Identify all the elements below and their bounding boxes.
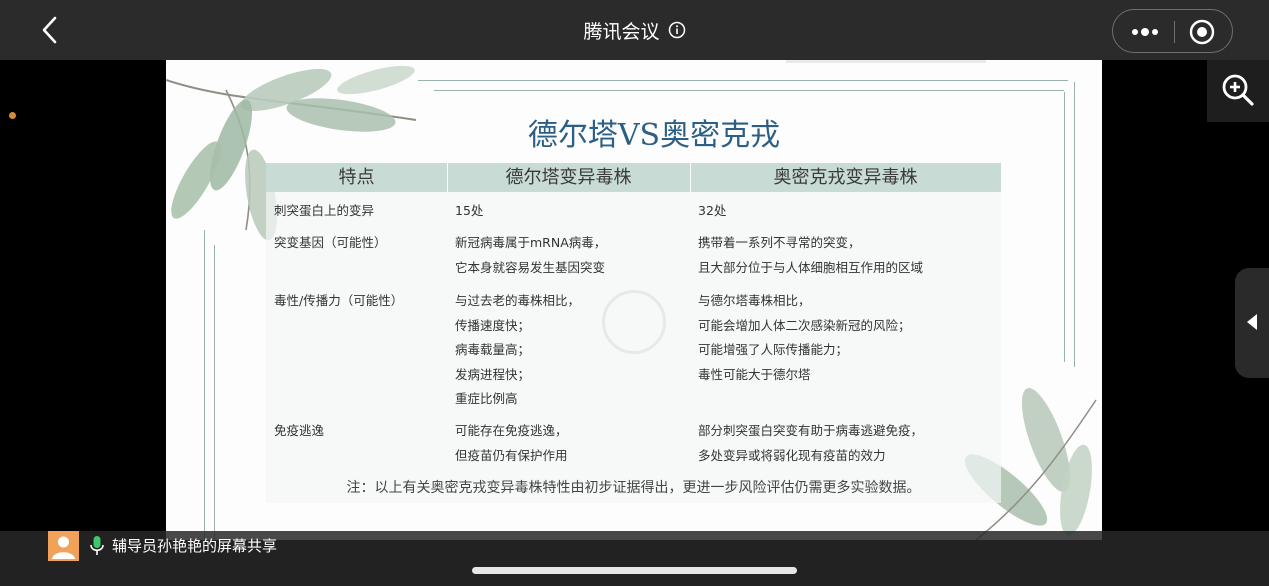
cell-line: 病毒载量高； (455, 342, 531, 357)
title-area: 腾讯会议 (0, 0, 1269, 60)
side-panel-toggle[interactable] (1235, 268, 1269, 378)
table-header: 特点 德尔塔变异毒株 奥密克戎变异毒株 (266, 163, 1001, 192)
status-dot (9, 112, 16, 119)
screen-share-label: 辅导员孙艳艳的屏幕共享 (112, 537, 278, 555)
cell-line: 可能增强了人际传播能力； (698, 342, 849, 357)
table-cell: 32处 (698, 199, 726, 224)
frame-line (418, 80, 1068, 81)
info-icon[interactable] (668, 21, 686, 39)
home-indicator[interactable] (472, 567, 797, 574)
more-dots-icon[interactable] (1125, 18, 1165, 46)
app-title: 腾讯会议 (583, 20, 660, 43)
column-header: 德尔塔变异毒株 (447, 163, 691, 192)
cell-line: 刺突蛋白上的变异 (274, 203, 375, 218)
zoom-in-button[interactable] (1207, 60, 1269, 122)
slide-top-strip (786, 60, 986, 63)
table-cell: 携带着一系列不寻常的突变， 且大部分位于与人体细胞相互作用的区域 (698, 231, 923, 280)
table-cell: 与过去老的毒株相比， 传播速度快； 病毒载量高； 发病进程快； 重症比例高 (455, 289, 580, 412)
table-cell: 突变基因（可能性） (274, 231, 387, 256)
cell-line: 可能存在免疫逃逸， (455, 423, 568, 438)
cell-line: 32处 (698, 203, 727, 218)
table-cell: 15处 (455, 199, 483, 224)
cell-line: 传播速度快； (455, 317, 531, 333)
column-header: 特点 (266, 163, 448, 192)
cell-line: 部分刺突蛋白突变有助于病毒逃避免疫， (698, 423, 924, 438)
avatar-person-icon[interactable] (48, 531, 79, 561)
capsule-divider (1174, 21, 1175, 43)
cell-line: 携带着一系列不寻常的突变， (698, 235, 861, 250)
cell-line: 新冠病毒属于mRNA病毒， (455, 235, 607, 250)
frame-line (214, 245, 215, 540)
cell-line: 15处 (455, 203, 484, 218)
cell-line: 它本身就容易发生基因突变 (455, 259, 606, 275)
table-cell: 部分刺突蛋白突变有助于病毒逃避免疫， 多处变异或将弱化现有疫苗的效力 (698, 419, 923, 468)
table-cell: 与德尔塔毒株相比， 可能会增加人体二次感染新冠的风险； 可能增强了人际传播能力；… (698, 289, 911, 387)
cell-line: 可能会增加人体二次感染新冠的风险； (698, 317, 911, 333)
cell-line: 重症比例高 (455, 391, 518, 406)
table-note: 注：以上有关奥密克戎变异毒株特性由初步证据得出，更进一步风险评估仍需更多实验数据… (346, 480, 921, 496)
frame-line (434, 90, 1064, 91)
collapse-arrow-icon (1247, 314, 1257, 330)
microphone-icon (89, 535, 105, 557)
slide-title: 德尔塔VS奥密克戎 (527, 118, 781, 153)
zoom-in-icon (1222, 74, 1254, 106)
table-cell: 新冠病毒属于mRNA病毒， 它本身就容易发生基因突变 (455, 231, 606, 280)
cell-line: 与过去老的毒株相比， (455, 293, 581, 308)
table-cell: 可能存在免疫逃逸， 但疫苗仍有保护作用 (455, 419, 568, 468)
table-cell: 免疫逃逸 (274, 419, 324, 444)
top-bar: 腾讯会议 (0, 0, 1269, 60)
cell-line: 免疫逃逸 (274, 423, 325, 438)
frame-line (204, 230, 205, 540)
table-cell: 刺突蛋白上的变异 (274, 199, 374, 224)
cell-line: 突变基因（可能性） (274, 235, 387, 250)
loading-spinner-icon (602, 290, 666, 354)
column-header: 奥密克戎变异毒株 (773, 167, 918, 188)
cell-line: 毒性可能大于德尔塔 (698, 366, 811, 382)
cell-line: 且大部分位于与人体细胞相互作用的区域 (698, 259, 924, 275)
mini-program-capsule (1112, 9, 1233, 53)
record-icon[interactable] (1189, 19, 1215, 45)
cell-line: 发病进程快； (455, 366, 531, 382)
cell-line: 但疫苗仍有保护作用 (455, 447, 568, 463)
cell-line: 多处变异或将弱化现有疫苗的效力 (698, 447, 886, 463)
table-cell: 毒性/传播力（可能性） (274, 289, 403, 314)
cell-line: 毒性/传播力（可能性） (274, 293, 404, 308)
cell-line: 与德尔塔毒株相比， (698, 293, 811, 308)
shared-slide: 德尔塔VS奥密克戎 特点 德尔塔变异毒株 奥密克戎变异毒株 刺突蛋白上的变异 1… (166, 60, 1102, 540)
